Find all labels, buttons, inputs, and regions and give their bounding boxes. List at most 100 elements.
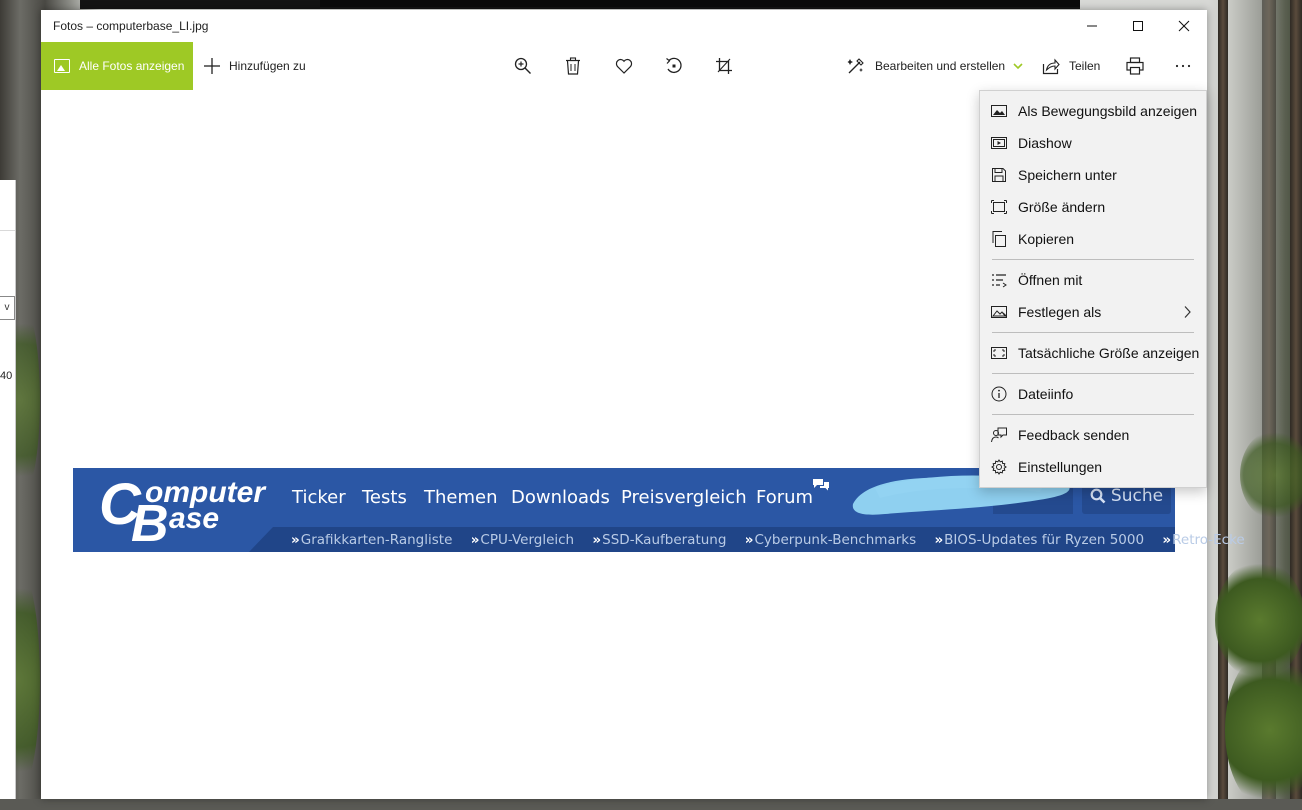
info-icon xyxy=(991,386,1007,402)
settings-icon xyxy=(991,459,1007,475)
crop-button[interactable] xyxy=(712,42,736,90)
chevron-right-icon xyxy=(1184,306,1191,318)
nav-ticker: Ticker xyxy=(292,487,346,508)
menu-item-set-as[interactable]: Festlegen als xyxy=(980,296,1206,328)
heart-icon xyxy=(615,58,633,74)
menu-item-label: Dateiinfo xyxy=(1018,386,1074,402)
more-button[interactable] xyxy=(1171,42,1195,90)
resize-icon xyxy=(991,200,1007,214)
photos-icon xyxy=(54,59,70,73)
desktop-strip xyxy=(320,0,1080,7)
menu-separator xyxy=(992,259,1194,260)
nav-tests: Tests xyxy=(362,487,407,508)
edit-create-button[interactable]: Bearbeiten und erstellen xyxy=(847,42,1023,90)
menu-separator xyxy=(992,373,1194,374)
menu-item-slideshow[interactable]: Diashow xyxy=(980,127,1206,159)
value-text: 40 xyxy=(0,370,13,382)
minimize-button[interactable] xyxy=(1069,10,1115,42)
menu-item-label: Kopieren xyxy=(1018,231,1075,247)
menu-item-settings[interactable]: Einstellungen xyxy=(980,451,1206,483)
more-options-menu: Als Bewegungsbild anzeigen Diashow Speic… xyxy=(979,90,1207,488)
menu-item-label: Einstellungen xyxy=(1018,459,1103,475)
menu-item-label: Tatsächliche Größe anzeigen xyxy=(1018,345,1200,361)
menu-item-label: Diashow xyxy=(1018,135,1072,151)
nav-themen: Themen xyxy=(424,487,498,508)
sublink: »Grafikkarten-Rangliste xyxy=(291,532,453,548)
minimize-icon xyxy=(1087,25,1097,27)
sublink: »Retro-Ecke xyxy=(1162,532,1245,548)
all-photos-label: Alle Fotos anzeigen xyxy=(79,59,185,73)
nav-downloads: Downloads xyxy=(511,487,610,508)
print-button[interactable] xyxy=(1123,42,1147,90)
divider xyxy=(0,230,15,231)
banner-sublinks: »Grafikkarten-Rangliste »CPU-Vergleich »… xyxy=(291,532,1259,548)
share-icon xyxy=(1042,58,1060,75)
menu-item-label: Öffnen mit xyxy=(1018,272,1083,288)
maximize-button[interactable] xyxy=(1115,10,1161,42)
sublink-label: Retro-Ecke xyxy=(1172,532,1245,548)
share-label: Teilen xyxy=(1069,59,1101,73)
save-icon xyxy=(992,168,1006,182)
delete-icon xyxy=(566,57,580,75)
menu-item-motion-photo[interactable]: Als Bewegungsbild anzeigen xyxy=(980,95,1206,127)
sublink: »BIOS-Updates für Ryzen 5000 xyxy=(934,532,1145,548)
sublink: »CPU-Vergleich xyxy=(470,532,575,548)
add-to-label: Hinzufügen zu xyxy=(229,59,306,73)
menu-item-open-with[interactable]: Öffnen mit xyxy=(980,264,1206,296)
sublink-label: Grafikkarten-Rangliste xyxy=(300,532,453,548)
more-icon xyxy=(1175,64,1191,68)
zoom-icon xyxy=(514,57,531,74)
edit-create-label: Bearbeiten und erstellen xyxy=(875,59,1006,73)
rotate-button[interactable] xyxy=(662,42,686,90)
menu-item-label: Festlegen als xyxy=(1018,304,1102,320)
image-icon xyxy=(991,105,1007,117)
menu-item-copy[interactable]: Kopieren xyxy=(980,223,1206,255)
menu-item-label: Größe ändern xyxy=(1018,199,1106,215)
copy-icon xyxy=(992,231,1006,247)
sublink-label: Cyberpunk-Benchmarks xyxy=(754,532,917,548)
nav-forum: Forum xyxy=(756,487,814,508)
add-to-button[interactable]: Hinzufügen zu xyxy=(203,42,306,90)
menu-item-label: Speichern unter xyxy=(1018,167,1117,183)
dropdown-button[interactable]: v xyxy=(0,296,15,320)
menu-item-file-info[interactable]: Dateiinfo xyxy=(980,378,1206,410)
window-title: Fotos – computerbase_LI.jpg xyxy=(53,19,209,33)
menu-item-resize[interactable]: Größe ändern xyxy=(980,191,1206,223)
slideshow-icon xyxy=(991,137,1007,149)
menu-separator xyxy=(992,414,1194,415)
share-button[interactable]: Teilen xyxy=(1042,42,1100,90)
sublink: »SSD-Kaufberatung xyxy=(592,532,727,548)
sublink-label: BIOS-Updates für Ryzen 5000 xyxy=(944,532,1145,548)
nav-preisvergleich: Preisvergleich xyxy=(621,487,747,508)
sublink: »Cyberpunk-Benchmarks xyxy=(744,532,917,548)
delete-button[interactable] xyxy=(561,42,585,90)
menu-item-feedback[interactable]: Feedback senden xyxy=(980,419,1206,451)
maximize-icon xyxy=(1133,21,1143,31)
menu-separator xyxy=(992,332,1194,333)
menu-item-label: Feedback senden xyxy=(1018,427,1130,443)
crop-icon xyxy=(716,58,732,74)
open-with-icon xyxy=(992,274,1007,288)
favorite-button[interactable] xyxy=(612,42,636,90)
print-icon xyxy=(1126,57,1144,75)
rotate-icon xyxy=(666,57,682,74)
search-icon xyxy=(1090,488,1106,504)
zoom-button[interactable] xyxy=(511,42,535,90)
close-button[interactable] xyxy=(1161,10,1207,42)
all-photos-button[interactable]: Alle Fotos anzeigen xyxy=(41,42,193,90)
actual-size-icon xyxy=(991,347,1007,359)
logo-text: ase xyxy=(169,502,220,535)
sublink-label: SSD-Kaufberatung xyxy=(602,532,727,548)
sublink-label: CPU-Vergleich xyxy=(480,532,575,548)
chevron-down-icon xyxy=(1013,63,1023,70)
edit-create-icon xyxy=(847,58,864,74)
foliage xyxy=(1240,430,1302,520)
title-bar: Fotos – computerbase_LI.jpg xyxy=(41,10,1207,42)
chevron-down-icon: v xyxy=(4,302,10,313)
chat-bubbles-icon xyxy=(813,479,829,491)
close-icon xyxy=(1178,20,1190,32)
menu-item-actual-size[interactable]: Tatsächliche Größe anzeigen xyxy=(980,337,1206,369)
menu-item-save-as[interactable]: Speichern unter xyxy=(980,159,1206,191)
tree-trunk xyxy=(1218,0,1228,799)
plus-icon xyxy=(204,58,220,74)
